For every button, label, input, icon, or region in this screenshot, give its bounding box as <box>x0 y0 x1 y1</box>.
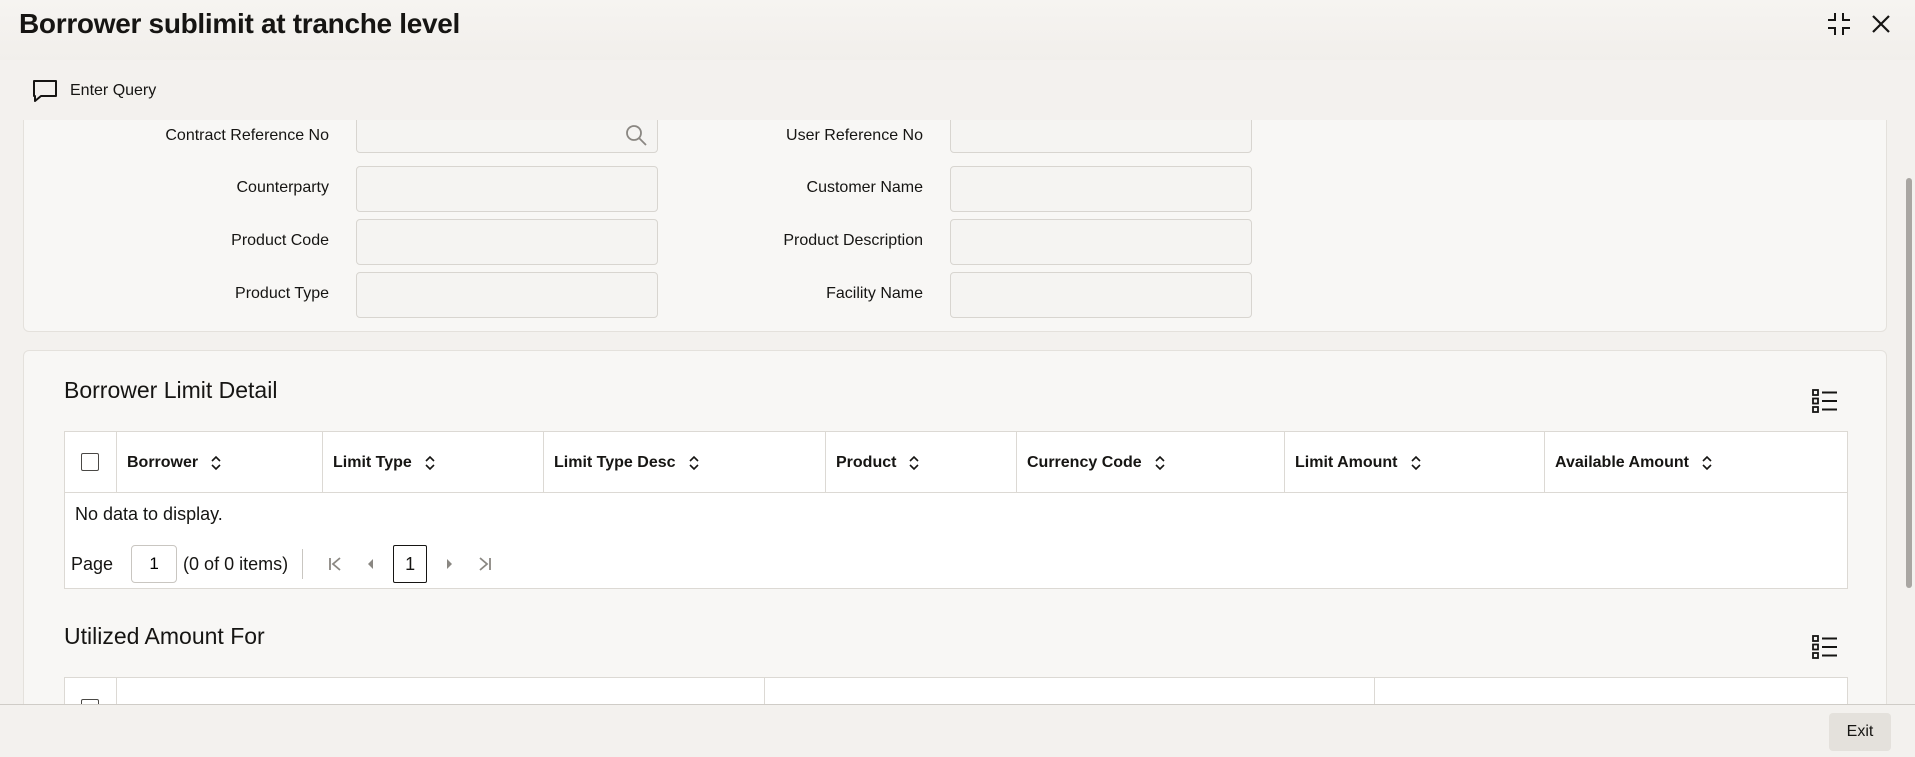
column-label: Limit Amount <box>1295 453 1398 471</box>
page-label: Page <box>71 553 114 574</box>
list-view-icon[interactable] <box>1811 387 1839 415</box>
borrower-limit-title: Borrower Limit Detail <box>64 377 278 403</box>
counterparty-label: Counterparty <box>236 179 330 196</box>
exit-button[interactable]: Exit <box>1829 713 1891 751</box>
contract-reference-input[interactable] <box>356 120 658 153</box>
page-title: Borrower sublimit at tranche level <box>19 8 461 39</box>
title-bar: Borrower sublimit at tranche level <box>0 0 1915 60</box>
utilized-amount-title: Utilized Amount For <box>64 623 265 649</box>
product-type-label: Product Type <box>235 285 329 302</box>
product-type-input[interactable] <box>356 272 658 318</box>
column-currency-code[interactable]: Currency Code <box>1017 432 1285 493</box>
customer-name-label: Customer Name <box>806 179 923 196</box>
column-label: Available Amount <box>1555 453 1689 471</box>
pagination: Page (0 of 0 items) 1 <box>71 544 503 584</box>
select-all-cell <box>65 432 117 493</box>
column-available-amount[interactable]: Available Amount <box>1545 432 1847 493</box>
column-limit-amount[interactable]: Limit Amount <box>1285 432 1545 493</box>
list-view-icon[interactable] <box>1811 633 1839 661</box>
items-count: (0 of 0 items) <box>183 553 289 574</box>
utilized-column-3[interactable] <box>1375 678 1847 704</box>
borrower-limit-grid: Borrower Limit Type Limit Type Desc Prod… <box>64 431 1848 589</box>
select-all-checkbox[interactable] <box>81 453 99 471</box>
column-product[interactable]: Product <box>826 432 1017 493</box>
grid-header <box>65 678 1847 704</box>
content-area: Contract Reference No User Reference No … <box>0 120 1900 704</box>
sort-icon[interactable] <box>424 455 436 471</box>
no-data-message: No data to display. <box>75 504 223 524</box>
facility-name-label: Facility Name <box>826 285 923 302</box>
sort-icon[interactable] <box>1154 455 1166 471</box>
select-all-cell <box>65 678 117 704</box>
product-description-label: Product Description <box>783 232 923 249</box>
header-fields-panel: Contract Reference No User Reference No … <box>23 120 1887 332</box>
contract-reference-label: Contract Reference No <box>165 127 329 144</box>
footer-bar: Exit <box>0 704 1915 757</box>
chat-bubble-icon <box>33 80 57 102</box>
previous-page-icon[interactable] <box>353 546 389 582</box>
column-label: Limit Type Desc <box>554 453 676 471</box>
vertical-scrollbar[interactable] <box>1904 120 1914 704</box>
product-code-input[interactable] <box>356 219 658 265</box>
column-label: Currency Code <box>1027 453 1142 471</box>
product-description-input[interactable] <box>950 219 1252 265</box>
utilized-amount-grid <box>64 677 1848 704</box>
facility-name-input[interactable] <box>950 272 1252 318</box>
toolbar: Enter Query <box>0 60 1915 120</box>
user-reference-label: User Reference No <box>786 127 923 144</box>
enter-query-label: Enter Query <box>70 82 157 99</box>
column-limit-type-desc[interactable]: Limit Type Desc <box>544 432 826 493</box>
scrollbar-thumb[interactable] <box>1906 178 1912 588</box>
customer-name-input[interactable] <box>950 166 1252 212</box>
close-icon[interactable] <box>1867 10 1895 38</box>
utilized-column-1[interactable] <box>117 678 765 704</box>
column-limit-type[interactable]: Limit Type <box>323 432 544 493</box>
sort-icon[interactable] <box>688 455 700 471</box>
collapse-icon[interactable] <box>1825 10 1853 38</box>
column-borrower[interactable]: Borrower <box>117 432 323 493</box>
sort-icon[interactable] <box>210 455 222 471</box>
next-page-icon[interactable] <box>431 546 467 582</box>
first-page-icon[interactable] <box>317 546 353 582</box>
column-label: Product <box>836 453 897 471</box>
last-page-icon[interactable] <box>467 546 503 582</box>
sort-icon[interactable] <box>1701 455 1713 471</box>
column-label: Borrower <box>127 453 199 471</box>
user-reference-input[interactable] <box>950 120 1252 153</box>
enter-query-button[interactable]: Enter Query <box>32 76 156 106</box>
grids-panel: Borrower Limit Detail Borrower Limit Typ… <box>23 350 1887 704</box>
product-code-label: Product Code <box>231 232 329 249</box>
pager-divider <box>302 549 304 579</box>
sort-icon[interactable] <box>908 455 920 471</box>
current-page-button[interactable]: 1 <box>393 545 428 583</box>
utilized-column-2[interactable] <box>765 678 1375 704</box>
page-number-input[interactable] <box>131 545 178 583</box>
counterparty-input[interactable] <box>356 166 658 212</box>
sort-icon[interactable] <box>1410 455 1422 471</box>
column-label: Limit Type <box>333 453 412 471</box>
grid-header: Borrower Limit Type Limit Type Desc Prod… <box>65 432 1847 493</box>
